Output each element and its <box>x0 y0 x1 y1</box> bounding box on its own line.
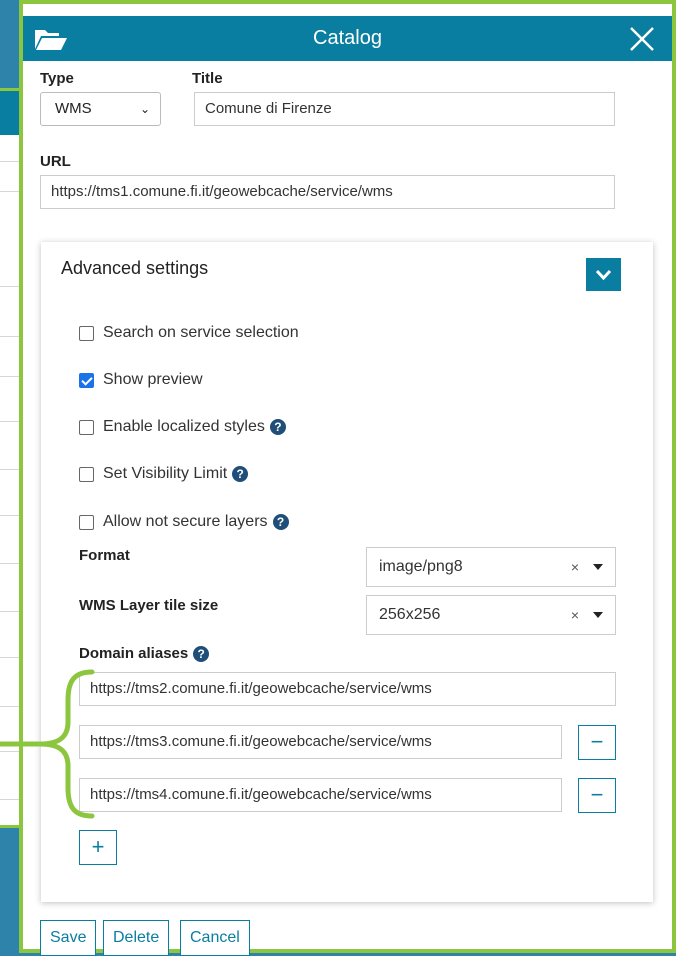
option-label: Allow not secure layers <box>103 513 268 530</box>
option-enable-localized-styles[interactable]: Enable localized styles ? <box>79 416 286 438</box>
format-label: Format <box>79 547 130 564</box>
background-divider <box>0 336 19 337</box>
type-label: Type <box>40 70 74 87</box>
catalog-dialog: Catalog Type WMS ⌄ Title Comune di Firen… <box>19 0 676 956</box>
background-divider <box>0 376 19 377</box>
dialog-titlebar: Catalog <box>23 16 672 61</box>
dialog-title: Catalog <box>313 27 382 49</box>
option-allow-not-secure-layers[interactable]: Allow not secure layers ? <box>79 511 289 533</box>
delete-button[interactable]: Delete <box>103 920 170 956</box>
curly-brace-annotation <box>0 669 95 819</box>
background-divider <box>0 191 19 192</box>
help-icon[interactable]: ? <box>272 514 289 530</box>
type-select-value: WMS <box>55 100 92 117</box>
background-divider <box>0 286 19 287</box>
format-value: image/png8 <box>379 558 463 575</box>
option-search-on-service-selection[interactable]: Search on service selection <box>79 322 299 344</box>
caret-down-icon <box>593 564 603 570</box>
background-divider <box>0 657 19 658</box>
clear-icon[interactable]: × <box>571 548 579 586</box>
type-select[interactable]: WMS ⌄ <box>40 92 161 126</box>
domain-alias-input[interactable]: https://tms3.comune.fi.it/geowebcache/se… <box>79 725 562 759</box>
checkbox[interactable] <box>79 514 94 530</box>
tile-size-label: WMS Layer tile size <box>79 597 219 614</box>
checkbox-checked[interactable] <box>79 372 94 388</box>
background-divider <box>0 469 19 470</box>
option-label: Set Visibility Limit <box>103 465 228 482</box>
close-icon[interactable] <box>628 25 656 53</box>
title-label: Title <box>192 70 223 87</box>
option-label: Search on service selection <box>103 324 299 341</box>
background-divider <box>0 611 19 612</box>
chevron-down-icon: ⌄ <box>139 102 150 116</box>
checkbox[interactable] <box>79 466 94 482</box>
tile-size-select[interactable]: 256x256 × <box>366 595 616 635</box>
background-divider <box>0 161 19 162</box>
option-set-visibility-limit[interactable]: Set Visibility Limit ? <box>79 463 249 485</box>
background-divider <box>0 515 19 516</box>
background-divider <box>0 421 19 422</box>
remove-alias-button[interactable]: − <box>578 778 616 813</box>
caret-down-icon <box>593 612 603 618</box>
remove-alias-button[interactable]: − <box>578 725 616 760</box>
cancel-button[interactable]: Cancel <box>180 920 250 956</box>
domain-alias-input[interactable]: https://tms4.comune.fi.it/geowebcache/se… <box>79 778 562 812</box>
url-label: URL <box>40 153 71 170</box>
option-show-preview[interactable]: Show preview <box>79 369 203 391</box>
domain-alias-input[interactable]: https://tms2.comune.fi.it/geowebcache/se… <box>79 672 616 706</box>
help-icon[interactable]: ? <box>232 466 249 482</box>
help-icon[interactable]: ? <box>193 645 210 662</box>
checkbox[interactable] <box>79 419 94 435</box>
url-input[interactable]: https://tms1.comune.fi.it/geowebcache/se… <box>40 175 615 209</box>
background-header-band <box>0 91 19 135</box>
title-input[interactable]: Comune di Firenze <box>194 92 615 126</box>
advanced-settings-title: Advanced settings <box>61 258 209 278</box>
format-select[interactable]: image/png8 × <box>366 547 616 587</box>
tile-size-value: 256x256 <box>379 606 441 623</box>
advanced-settings-panel: Advanced settings Search on service sele… <box>41 242 653 902</box>
add-alias-button[interactable]: + <box>79 830 117 865</box>
help-icon[interactable]: ? <box>269 419 286 435</box>
option-label: Show preview <box>103 371 203 388</box>
save-button[interactable]: Save <box>40 920 97 956</box>
checkbox[interactable] <box>79 325 94 341</box>
background-divider <box>0 563 19 564</box>
clear-icon[interactable]: × <box>571 596 579 634</box>
option-label: Enable localized styles <box>103 418 265 435</box>
chevron-down-icon[interactable] <box>586 258 621 291</box>
